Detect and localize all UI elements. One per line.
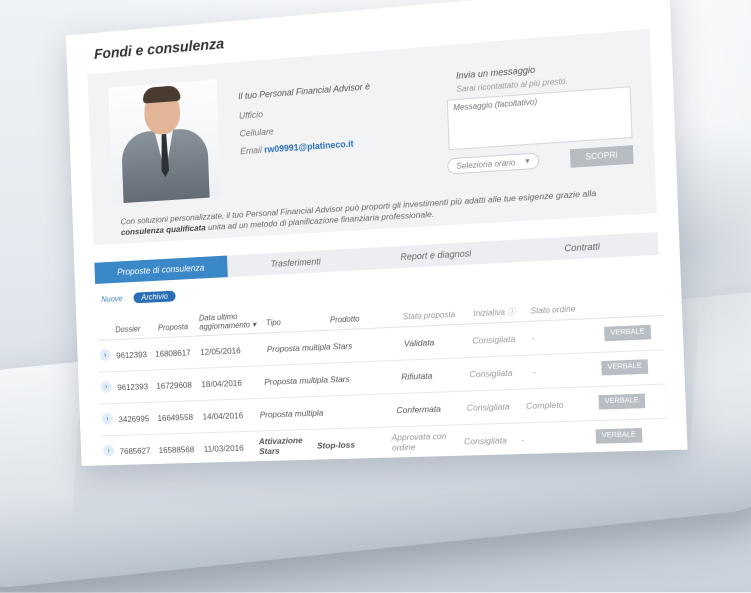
app-page: Fondi e consulenza Il tuo Personal Finan… (66, 0, 688, 466)
message-textarea[interactable] (447, 86, 633, 150)
verbale-button[interactable]: VERBALE (601, 359, 648, 375)
verbale-button[interactable]: VERBALE (596, 428, 643, 444)
cell-proposal: 16808617 (155, 348, 191, 359)
cell-dossier: 9612393 (117, 381, 148, 392)
cell-type: Proposta multipla (260, 408, 324, 420)
advisor-panel: Il tuo Personal Financial Advisor è Uffi… (87, 29, 656, 246)
tab-trasferimenti[interactable]: Trasferimenti (227, 248, 365, 277)
verbale-button[interactable]: VERBALE (598, 394, 645, 410)
cell-date: 14/04/2016 (202, 410, 243, 421)
tab-contratti[interactable]: Contratti (507, 232, 658, 263)
filter-bar: Nuove Archivio (101, 292, 175, 304)
cell-order-status: Completo (526, 399, 564, 410)
advisor-email-link[interactable]: rw09991@platineco.it (264, 139, 354, 155)
cell-type: Proposta multipla Stars (267, 341, 353, 355)
cell-status: Validata (404, 337, 435, 348)
chevron-down-icon: ▼ (524, 154, 532, 171)
filter-new[interactable]: Nuove (101, 294, 123, 304)
advisor-office-label: Ufficio (239, 109, 263, 121)
cell-initiative: Consigliata (469, 368, 512, 380)
cell-type: Proposta multipla Stars (264, 374, 350, 387)
filter-archive[interactable]: Archivio (134, 291, 176, 304)
cell-date: 18/04/2016 (201, 378, 242, 389)
submit-button[interactable]: SCOPRI (570, 145, 634, 168)
th-type: Tipo (266, 318, 281, 328)
cell-dossier: 3426995 (118, 414, 149, 425)
th-product: Prodotto (330, 314, 360, 324)
cell-product: Stop-loss (317, 440, 355, 451)
cell-status: Rifiutata (401, 371, 433, 382)
advisor-photo (108, 79, 221, 203)
expand-icon[interactable]: › (99, 349, 110, 361)
cell-dossier: 9612393 (116, 349, 147, 360)
cell-initiative: Consigliata (464, 435, 507, 446)
cell-date: 12/05/2016 (200, 345, 241, 357)
expand-icon[interactable]: › (101, 381, 112, 393)
cell-date: 11/03/2016 (204, 443, 244, 454)
th-last-update[interactable]: Data ultimo aggiornamento ▾ (199, 311, 257, 331)
th-status: Stato proposta (403, 310, 456, 321)
time-select[interactable]: Seleziona orario ▼ (447, 152, 539, 174)
expand-icon[interactable]: › (102, 413, 113, 425)
cell-proposal: 16649558 (157, 412, 193, 423)
cell-initiative: Consigliata (472, 334, 515, 346)
cell-dossier: 7685627 (120, 446, 151, 457)
advisor-email-row: Email rw09991@platineco.it (240, 139, 354, 157)
cell-proposal: 16729608 (156, 380, 192, 391)
th-proposal: Proposta (158, 322, 188, 332)
th-initiative: Iniziativa ⓘ (473, 307, 516, 318)
expand-icon[interactable]: › (103, 445, 114, 457)
advisor-intro: Il tuo Personal Financial Advisor è (238, 81, 370, 101)
cell-type: Attivazione Stars (259, 435, 302, 456)
th-order-status: Stato ordine (530, 304, 575, 315)
time-select-value: Seleziona orario (456, 158, 515, 171)
sort-icon: ▾ (252, 320, 256, 329)
cell-order-status: - (521, 435, 524, 445)
tab-report[interactable]: Report e diagnosi (365, 240, 509, 270)
page-title: Fondi e consulenza (94, 36, 225, 63)
advisor-email-label: Email (240, 145, 262, 156)
cell-proposal: 16588568 (159, 444, 195, 455)
tab-proposte[interactable]: Proposte di consulenza (94, 256, 227, 284)
verbale-button[interactable]: VERBALE (604, 325, 651, 341)
advisor-mobile-label: Cellulare (239, 126, 273, 138)
cell-order-status: - (533, 367, 536, 377)
info-icon[interactable]: ⓘ (507, 307, 516, 317)
proposals-table: Dossier Proposta Data ultimo aggiornamen… (96, 288, 668, 466)
cell-initiative: Consigliata (467, 401, 510, 413)
cell-status: Approvata con ordine (391, 430, 458, 452)
th-dossier: Dossier (115, 324, 140, 334)
message-title: Invia un messaggio (456, 65, 536, 81)
cell-order-status: - (531, 333, 534, 343)
cell-status: Confermata (396, 404, 441, 416)
